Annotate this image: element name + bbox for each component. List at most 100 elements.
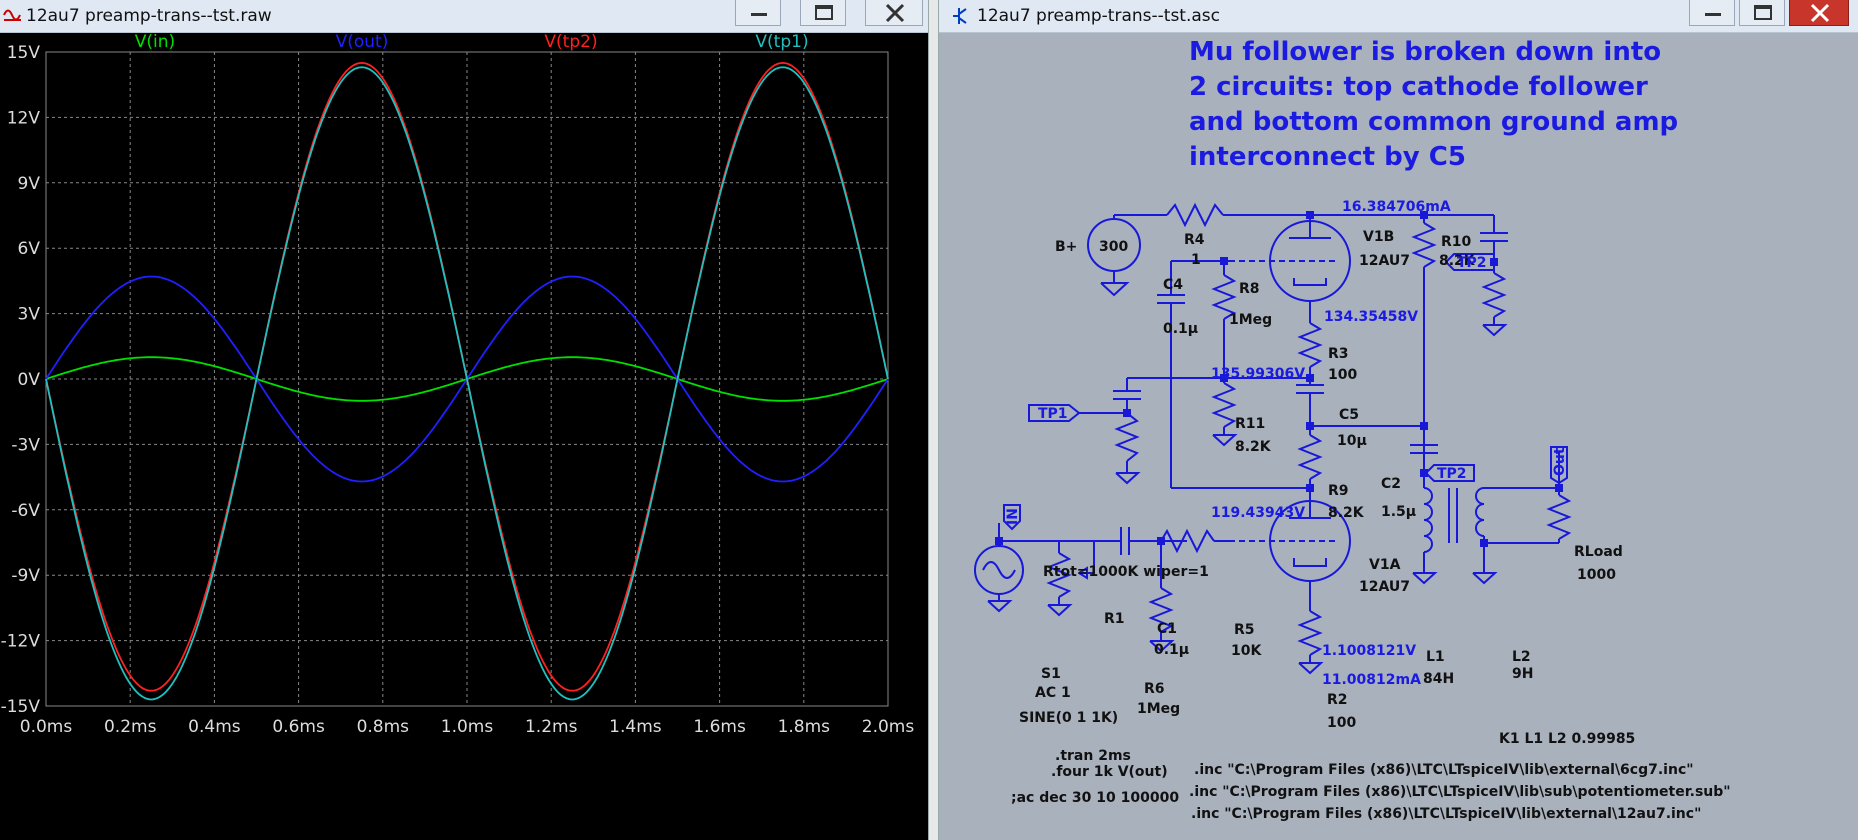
out-label: Out: [1552, 447, 1568, 476]
note-line-1: Mu follower is broken down into: [1189, 37, 1661, 67]
rload-value: 1000: [1577, 567, 1616, 583]
transistor-icon: [951, 6, 969, 30]
x-tick-label: 1.2ms: [525, 717, 578, 737]
y-tick-label: -12V: [1, 632, 41, 652]
close-icon: [1810, 3, 1830, 23]
close-button[interactable]: [865, 0, 923, 26]
y-tick-label: -3V: [11, 435, 40, 455]
c4-value: 0.1µ: [1163, 321, 1198, 337]
y-tick-label: 15V: [7, 43, 41, 63]
voltage-label-135: 135.99306V: [1211, 366, 1305, 382]
r11-label: R11: [1235, 416, 1265, 432]
window-separator: [928, 0, 939, 840]
r2-label: R2: [1327, 692, 1348, 708]
l2-label: L2: [1512, 649, 1531, 665]
s1-sine: SINE(0 1 1K): [1019, 710, 1118, 726]
r8-label: R8: [1239, 281, 1260, 297]
minimize-button[interactable]: [735, 0, 781, 26]
waveform-titlebar[interactable]: 12au7 preamp-trans--tst.raw: [0, 0, 928, 33]
note-line-3: and bottom common ground amp: [1189, 107, 1678, 137]
s1-ac: AC 1: [1035, 685, 1071, 701]
r6-label: R6: [1144, 681, 1165, 697]
r3-label: R3: [1328, 346, 1349, 362]
rtot-label: Rtot=1000K wiper=1: [1043, 564, 1209, 580]
x-tick-label: 0.0ms: [20, 717, 73, 737]
bplus-label: B+: [1055, 239, 1077, 255]
x-tick-label: 1.6ms: [693, 717, 746, 737]
tp1-label: TP1: [1038, 406, 1068, 422]
r6-value: 1Meg: [1137, 701, 1180, 717]
v1a-label: V1A: [1369, 557, 1401, 573]
schematic-pane[interactable]: Mu follower is broken down into 2 circui…: [939, 33, 1858, 840]
inc-directive-2: .inc "C:\Program Files (x86)\LTC\LTspice…: [1189, 784, 1731, 800]
r3-value: 100: [1328, 367, 1357, 383]
minimize-icon: [751, 13, 767, 16]
legend-entry: V(out): [336, 33, 389, 52]
schematic-note: Mu follower is broken down into 2 circui…: [1189, 37, 1678, 172]
schematic-canvas[interactable]: Mu follower is broken down into 2 circui…: [939, 33, 1858, 840]
v1b-label: V1B: [1363, 229, 1394, 245]
r2-value: 100: [1327, 715, 1356, 731]
rload-label: RLoad: [1574, 544, 1623, 560]
inc-directive-1: .inc "C:\Program Files (x86)\LTC\LTspice…: [1194, 762, 1694, 778]
c1-label: C1: [1157, 621, 1177, 637]
y-tick-label: -6V: [11, 501, 40, 521]
schematic-window: 12au7 preamp-trans--tst.asc Mu follower …: [939, 0, 1858, 840]
maximize-icon: [815, 5, 833, 20]
schematic-titlebar[interactable]: 12au7 preamp-trans--tst.asc: [939, 0, 1858, 33]
schematic-maximize-button[interactable]: [1739, 0, 1785, 26]
r4-label: R4: [1184, 232, 1205, 248]
r5-value: 10K: [1231, 643, 1262, 659]
tp2-label-top: TP2: [1457, 255, 1487, 271]
l2-value: 9H: [1512, 666, 1533, 682]
c5-label: C5: [1339, 407, 1359, 423]
c2-value: 1.5µ: [1381, 504, 1416, 520]
close-icon: [885, 3, 905, 23]
inc-directive-3: .inc "C:\Program Files (x86)\LTC\LTspice…: [1191, 806, 1701, 822]
y-tick-label: 6V: [18, 239, 41, 259]
r9-label: R9: [1328, 483, 1349, 499]
schematic-close-button[interactable]: [1789, 0, 1849, 26]
r8-value: 1Meg: [1229, 312, 1272, 328]
y-tick-label: -15V: [1, 697, 41, 717]
x-tick-label: 1.4ms: [609, 717, 662, 737]
current-label-v1a: 11.00812mA: [1322, 672, 1421, 688]
waveform-plot[interactable]: 0.0ms 0.2ms 0.4ms 0.6ms 0.8ms 1.0ms 1.2ms 1.4ms…: [0, 33, 928, 840]
bplus-value: 300: [1099, 239, 1128, 255]
c2-label: C2: [1381, 476, 1401, 492]
r4-value: 1: [1191, 252, 1201, 268]
r9-value: 8.2K: [1328, 505, 1365, 521]
current-label-v1b: 16.384706mA: [1342, 199, 1451, 215]
waveform-window-title: 12au7 preamp-trans--tst.raw: [26, 6, 272, 26]
r11-value: 8.2K: [1235, 439, 1272, 455]
legend-entry: V(tp2): [544, 33, 597, 52]
maximize-button[interactable]: [800, 0, 846, 26]
x-tick-label: 0.8ms: [357, 717, 410, 737]
y-tick-label: -9V: [11, 566, 40, 586]
schematic-wires: [974, 202, 1572, 675]
schematic-minimize-button[interactable]: [1689, 0, 1735, 26]
k1-directive: K1 L1 L2 0.99985: [1499, 731, 1635, 747]
x-tick-label: 2.0ms: [862, 717, 915, 737]
c1-value: 0.1µ: [1154, 642, 1189, 658]
r1-label: R1: [1104, 611, 1125, 627]
y-tick-label: 12V: [7, 108, 41, 128]
tp2-label-bottom: TP2: [1437, 466, 1467, 482]
schematic-window-title: 12au7 preamp-trans--tst.asc: [977, 6, 1220, 26]
x-tick-label: 1.8ms: [778, 717, 831, 737]
r10-label: R10: [1441, 234, 1472, 250]
x-tick-label: 1.0ms: [441, 717, 494, 737]
x-tick-label: 0.2ms: [104, 717, 157, 737]
maximize-icon: [1754, 5, 1772, 20]
in-label: IN: [1005, 508, 1021, 525]
r5-label: R5: [1234, 622, 1255, 638]
voltage-label-1-1: 1.1008121V: [1322, 643, 1416, 659]
minimize-icon: [1705, 13, 1721, 16]
note-line-2: 2 circuits: top cathode follower: [1189, 72, 1648, 102]
tran-directive: .tran 2ms: [1055, 748, 1131, 764]
waveform-window: 12au7 preamp-trans--tst.raw 0.0ms 0.2ms 0.…: [0, 0, 928, 840]
legend-entry: V(in): [135, 33, 175, 52]
v1b-value: 12AU7: [1359, 253, 1410, 269]
plot-pane[interactable]: 0.0ms 0.2ms 0.4ms 0.6ms 0.8ms 1.0ms 1.2ms 1.4ms…: [0, 33, 928, 840]
note-line-4: interconnect by C5: [1189, 142, 1466, 172]
